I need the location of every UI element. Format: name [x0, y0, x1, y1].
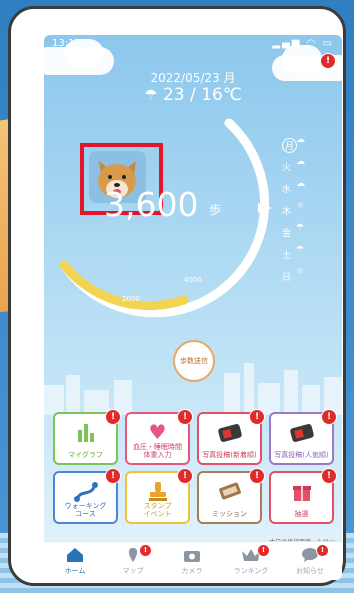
alert-badge: ! [321, 468, 337, 484]
forecast-day-label: 日 [282, 273, 292, 283]
alert-badge: ! [249, 468, 265, 484]
phone-icon [199, 420, 260, 444]
menu-alert-badge: ! [320, 53, 336, 69]
alert-badge: ! [316, 544, 329, 557]
tile-vitals-input[interactable]: ♥ 血圧・睡眠時間 体重入力 ! [125, 409, 193, 465]
forecast-day-label: 月 [282, 138, 298, 153]
forecast-day-sun: 日 ☼ [282, 267, 332, 285]
umbrella-cloud-icon: ☂ [144, 86, 158, 104]
tile-photo-popular[interactable]: 写真投稿(人気順) ! [269, 409, 337, 465]
tab-home[interactable]: ホーム [48, 542, 102, 580]
tile-label: 写真投稿(新着順) [202, 451, 257, 459]
cloud-left-2 [64, 39, 104, 69]
sun-icon: ☼ [296, 267, 305, 277]
alert-badge: ! [105, 468, 121, 484]
tile-label: ウォーキング コース [64, 502, 107, 518]
step-unit: 歩 [209, 203, 222, 217]
forecast-day-label: 金 [282, 229, 292, 239]
weather-summary: ☂ 23 / 16℃ [44, 85, 342, 105]
tab-map[interactable]: マップ ! [106, 542, 160, 580]
temperature: 23 / 16℃ [162, 85, 242, 105]
alert-badge: ! [249, 409, 265, 425]
rain-icon: ☂ [296, 245, 305, 255]
sun-icon: ☼ [296, 201, 305, 211]
tile-photo-new[interactable]: 写真投稿(新着順) ! [197, 409, 265, 465]
rain-icon: ☂ [296, 223, 305, 233]
forecast-day-tue: 火 ☁ [282, 157, 332, 175]
tile-my-graph[interactable]: マイグラフ ! [53, 409, 121, 465]
alert-badge: ! [257, 544, 270, 557]
forecast-day-label: 木 [282, 207, 292, 217]
tick-8000: 8000 [257, 170, 266, 188]
tile-label: 写真投稿(人気順) [274, 451, 329, 459]
forecast-day-sat: 土 ☂ [282, 245, 332, 263]
send-steps-button[interactable]: 歩数送信 [173, 340, 215, 382]
step-count: 3,600 [104, 185, 199, 224]
stamp-icon [127, 479, 188, 503]
tile-label: 抽選 [294, 510, 309, 518]
forecast-day-label: 土 [282, 251, 292, 261]
forecast-day-thu: 木 ☼ [282, 201, 332, 219]
forecast-day-label: 水 [282, 185, 292, 195]
forecast-day-fri: 金 ☂ [282, 223, 332, 241]
cloud-icon: ☁ [296, 157, 305, 167]
tab-label: カメラ [181, 567, 203, 575]
tab-ranking[interactable]: ランキング ! [224, 542, 278, 580]
alert-badge: ! [105, 409, 121, 425]
tile-stamp-event[interactable]: スタンプ イベント ! [125, 468, 193, 524]
tile-label: スタンプ イベント [143, 502, 172, 518]
heart-pulse-icon: ♥ [148, 420, 167, 444]
phone-icon [271, 420, 332, 444]
alert-badge: ! [177, 468, 193, 484]
bottom-tab-bar: ホーム マップ ! カメラ ランキング ! お知らせ ! [44, 541, 342, 580]
cloud-icon: ☁ [296, 179, 305, 189]
tab-label: お知らせ [296, 567, 324, 575]
tab-label: ホーム [64, 567, 86, 575]
alert-badge: ! [177, 409, 193, 425]
scroll-icon [199, 479, 260, 503]
cloud-icon: ☁ [296, 135, 305, 145]
app-screen: 13:13 ▂▄▆ ◠ ▭ ! 2022/05/23 月 ☂ 23 / 16℃ … [44, 35, 342, 580]
tab-label: マップ [122, 567, 144, 575]
home-icon [48, 547, 102, 563]
camera-icon [165, 547, 219, 563]
tab-label: ランキング [233, 567, 269, 575]
alert-badge: ! [139, 544, 152, 557]
tab-camera[interactable]: カメラ [165, 542, 219, 580]
tab-notices[interactable]: お知らせ ! [283, 542, 337, 580]
forecast-day-wed: 水 ☁ [282, 179, 332, 197]
bar-chart-icon [55, 420, 116, 444]
tile-label: 血圧・睡眠時間 体重入力 [133, 443, 182, 459]
forecast-day-label: 火 [282, 163, 292, 173]
route-icon [55, 479, 116, 503]
forecast-day-mon: 月 ☁ [282, 135, 332, 153]
tile-walking-course[interactable]: ウォーキング コース ! [53, 468, 121, 524]
current-date: 2022/05/23 月 [150, 71, 236, 85]
tile-mission[interactable]: ミッション ! [197, 468, 265, 524]
tick-4000: 4000 [184, 276, 202, 284]
tile-lottery[interactable]: 抽選 ! [269, 468, 337, 524]
alert-badge: ! [321, 409, 337, 425]
gift-icon [271, 479, 332, 503]
tick-2000: 2000 [122, 295, 140, 303]
tile-label: マイグラフ [68, 451, 103, 459]
phone-frame: 13:13 ▂▄▆ ◠ ▭ ! 2022/05/23 月 ☂ 23 / 16℃ … [8, 6, 346, 586]
tile-label: ミッション [212, 510, 247, 518]
